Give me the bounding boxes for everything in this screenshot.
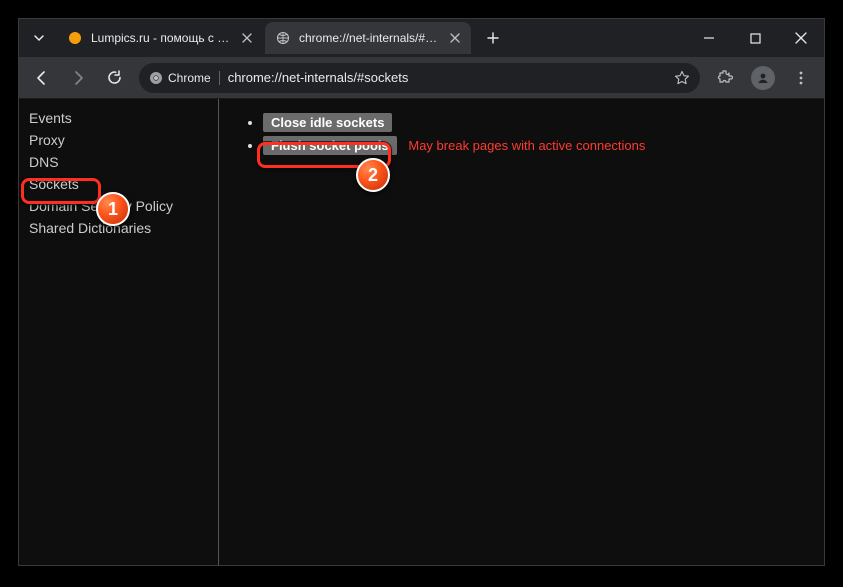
toolbar-right	[708, 61, 818, 95]
avatar-icon	[751, 66, 775, 90]
profile-button[interactable]	[746, 61, 780, 95]
tab-title: chrome://net-internals/#sockets	[299, 31, 439, 45]
window-controls	[686, 19, 824, 57]
tab-strip: Lumpics.ru - помощь с компь chrome://net…	[19, 19, 824, 57]
browser-window: Lumpics.ru - помощь с компь chrome://net…	[18, 18, 825, 566]
back-button[interactable]	[25, 61, 59, 95]
window-maximize-button[interactable]	[732, 19, 778, 57]
favicon-orange-icon	[67, 30, 83, 46]
flush-warning-text: May break pages with active connections	[408, 138, 645, 153]
new-tab-button[interactable]	[479, 24, 507, 52]
bookmark-star-icon[interactable]	[674, 70, 690, 86]
tab-lumpics[interactable]: Lumpics.ru - помощь с компь	[57, 22, 263, 54]
forward-button[interactable]	[61, 61, 95, 95]
sidebar-item-sockets[interactable]: Sockets	[19, 173, 218, 195]
flush-socket-pools-button[interactable]: Flush socket pools	[263, 136, 397, 155]
socket-action-list: Close idle sockets Flush socket pools Ma…	[241, 113, 802, 155]
omnibox-chrome-chip: Chrome	[149, 71, 220, 85]
tabs-dropdown-button[interactable]	[25, 24, 53, 52]
close-idle-sockets-button[interactable]: Close idle sockets	[263, 113, 392, 132]
main-panel: Close idle sockets Flush socket pools Ma…	[219, 99, 824, 565]
window-close-button[interactable]	[778, 19, 824, 57]
sidebar-item-dns[interactable]: DNS	[19, 151, 218, 173]
list-item: Flush socket pools May break pages with …	[263, 136, 802, 155]
list-item: Close idle sockets	[263, 113, 802, 132]
tab-close-icon[interactable]	[239, 30, 255, 46]
reload-button[interactable]	[97, 61, 131, 95]
omnibox[interactable]: Chrome chrome://net-internals/#sockets	[139, 63, 700, 93]
omnibox-chip-label: Chrome	[168, 71, 211, 85]
sidebar-item-events[interactable]: Events	[19, 107, 218, 129]
tab-title: Lumpics.ru - помощь с компь	[91, 31, 231, 45]
omnibox-url: chrome://net-internals/#sockets	[228, 70, 666, 85]
extensions-button[interactable]	[708, 61, 742, 95]
sidebar-item-domain-security[interactable]: Domain Security Policy	[19, 195, 218, 217]
tab-close-icon[interactable]	[447, 30, 463, 46]
sidebar-item-shared-dictionaries[interactable]: Shared Dictionaries	[19, 217, 218, 239]
favicon-globe-icon	[275, 30, 291, 46]
window-minimize-button[interactable]	[686, 19, 732, 57]
toolbar: Chrome chrome://net-internals/#sockets	[19, 57, 824, 99]
sidebar-item-proxy[interactable]: Proxy	[19, 129, 218, 151]
sidebar: Events Proxy DNS Sockets Domain Security…	[19, 99, 219, 565]
menu-button[interactable]	[784, 61, 818, 95]
chrome-icon	[149, 71, 163, 85]
tab-net-internals[interactable]: chrome://net-internals/#sockets	[265, 22, 471, 54]
page-content: Events Proxy DNS Sockets Domain Security…	[19, 99, 824, 565]
